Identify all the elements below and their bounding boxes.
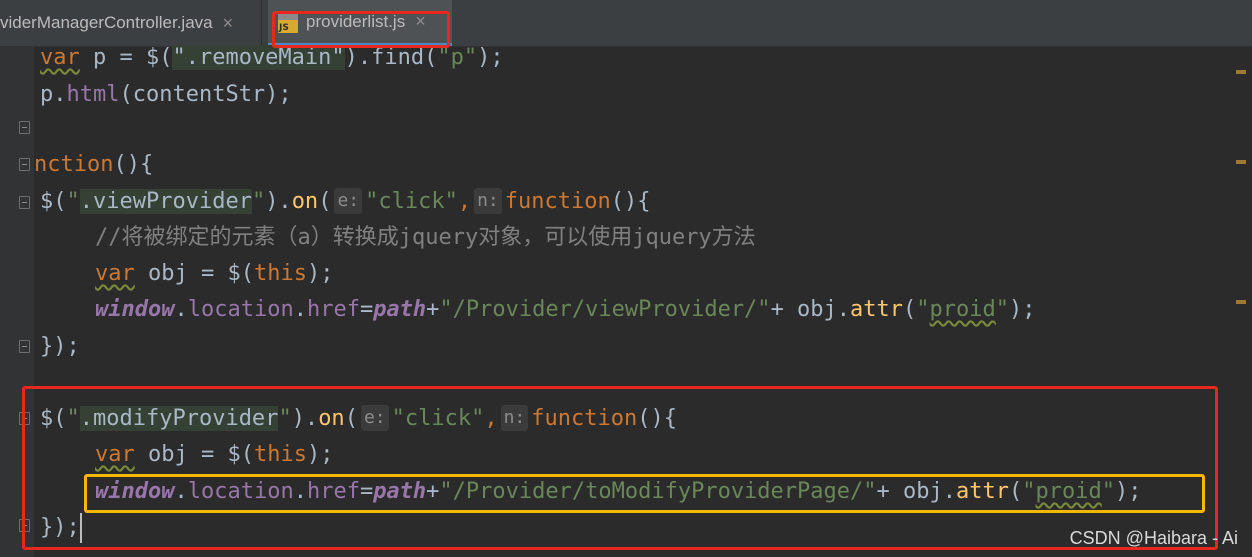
code-line-5-comment: //将被绑定的元素（a）转换成jquery对象，可以使用jquery方法 bbox=[95, 225, 756, 250]
highlight-box-modify-handler bbox=[22, 386, 1218, 550]
code-line-6: var obj = $(this); bbox=[95, 261, 334, 286]
highlight-box-active-tab bbox=[272, 11, 450, 48]
scrollbar-warning-mark[interactable] bbox=[1236, 70, 1246, 74]
code-line-7: window.location.href=path+"/Provider/vie… bbox=[95, 297, 1036, 322]
scrollbar-warning-mark[interactable] bbox=[1236, 300, 1246, 304]
param-hint: n: bbox=[474, 188, 502, 214]
code-line-2: p.html(contentStr); bbox=[40, 82, 292, 107]
watermark: CSDN @Haibara - Ai bbox=[1069, 528, 1238, 548]
highlight-box-href-line bbox=[84, 474, 1205, 513]
code-line-8: }); bbox=[40, 334, 80, 359]
scrollbar-warning-mark[interactable] bbox=[1236, 160, 1246, 164]
code-line-3: nction(){ bbox=[34, 152, 154, 177]
param-hint: e: bbox=[334, 188, 363, 214]
code-line-4: $(".viewProvider").on(e: "click", n: functi… bbox=[40, 188, 651, 214]
